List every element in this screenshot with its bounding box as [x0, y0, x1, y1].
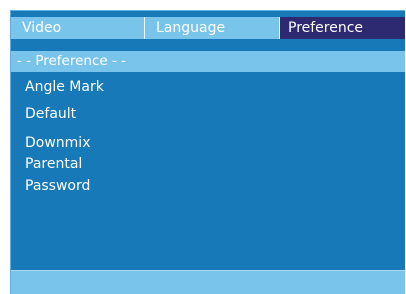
setup-menu-panel: Video Language Preference - - Preference… [10, 10, 405, 294]
tab-preference[interactable]: Preference [280, 17, 405, 39]
tab-video[interactable]: Video [11, 17, 145, 39]
menu-item-angle-mark[interactable]: Angle Mark [25, 78, 104, 96]
tab-language[interactable]: Language [145, 17, 280, 39]
menu-item-downmix[interactable]: Downmix [25, 134, 90, 152]
menu-item-password[interactable]: Password [25, 177, 90, 195]
tab-bar: Video Language Preference [11, 17, 405, 39]
menu-item-default[interactable]: Default [25, 105, 76, 123]
section-header: - - Preference - - [11, 51, 405, 72]
status-bar [11, 270, 405, 294]
menu-item-parental[interactable]: Parental [25, 155, 82, 173]
